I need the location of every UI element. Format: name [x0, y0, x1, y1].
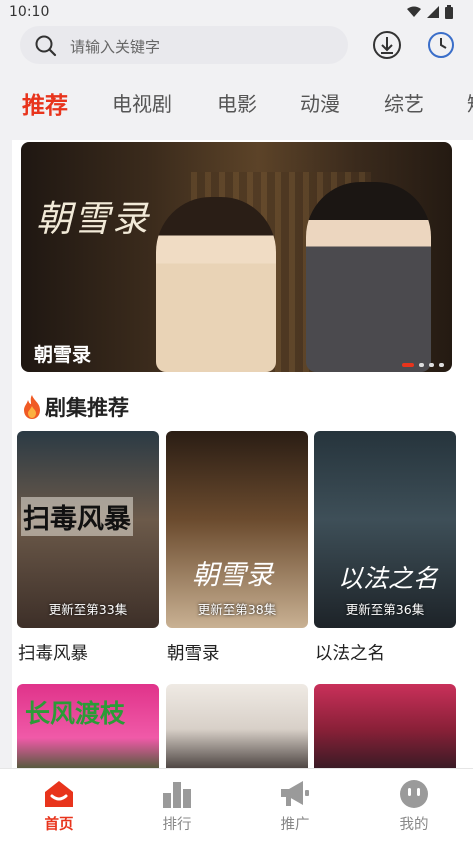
- status-bar: 10:10: [0, 0, 473, 24]
- profile-face-icon: [400, 780, 428, 808]
- poster-title-text: 以法之名: [338, 564, 439, 593]
- pagination-dot: [439, 363, 444, 367]
- drama-poster: 以法之名 更新至第36集: [314, 431, 456, 628]
- drama-poster: [166, 684, 308, 768]
- section-title: 剧集推荐: [45, 396, 129, 420]
- banner-title: 朝雪录: [34, 344, 92, 366]
- poster-title-text: 朝雪录: [192, 560, 273, 591]
- drama-card[interactable]: 扫毒风暴 更新至第33集 扫毒风暴: [17, 431, 159, 665]
- megaphone-icon: [281, 781, 309, 806]
- drama-card[interactable]: 以法之名 更新至第36集 以法之名: [314, 431, 456, 665]
- nav-home-label: 首页: [44, 817, 74, 833]
- nav-profile[interactable]: 我的: [384, 779, 444, 834]
- drama-poster: 扫毒风暴 更新至第33集: [17, 431, 159, 628]
- signal-icon: [427, 6, 439, 18]
- drama-title: 朝雪录: [167, 644, 220, 664]
- ranking-icon: [163, 782, 191, 808]
- drama-card[interactable]: 长风渡枝: [17, 684, 159, 768]
- drama-poster: [314, 684, 456, 768]
- drama-card[interactable]: [166, 684, 308, 768]
- banner-calligraphy-title: 朝雪录: [36, 199, 151, 240]
- category-tabs: 推荐 电视剧 电影 动漫 综艺 短: [0, 84, 473, 120]
- nav-home[interactable]: 首页: [29, 779, 89, 834]
- tab-tv-series[interactable]: 电视剧: [112, 88, 172, 117]
- bottom-navigation: 首页 排行 推广 我的: [0, 768, 473, 841]
- banner-figure-right: [306, 182, 431, 372]
- banner-pagination: [402, 363, 444, 367]
- home-icon: [45, 781, 73, 807]
- pagination-dot-active: [402, 363, 414, 367]
- status-icons: [407, 5, 453, 19]
- tab-recommend[interactable]: 推荐: [22, 86, 68, 120]
- fire-icon: [24, 395, 40, 419]
- search-icon: [35, 35, 57, 57]
- nav-profile-label: 我的: [399, 817, 429, 833]
- wifi-icon: [407, 6, 421, 17]
- battery-icon: [445, 5, 453, 19]
- drama-title: 扫毒风暴: [18, 644, 88, 664]
- tab-anime[interactable]: 动漫: [300, 88, 340, 117]
- main-content: 朝雪录 朝雪录 剧集推荐 扫毒风暴 更新至第33集 扫毒风暴 朝雪录 更新至第3…: [12, 140, 473, 768]
- drama-poster: 朝雪录 更新至第38集: [166, 431, 308, 628]
- nav-ranking-label: 排行: [162, 817, 192, 833]
- drama-title: 以法之名: [315, 644, 385, 664]
- featured-banner[interactable]: 朝雪录 朝雪录: [21, 142, 452, 372]
- history-clock-icon[interactable]: [426, 30, 456, 60]
- search-input[interactable]: 请输入关键字: [70, 36, 160, 57]
- nav-promote-label: 推广: [280, 817, 310, 833]
- download-icon[interactable]: [372, 30, 402, 60]
- section-header: 剧集推荐: [22, 392, 129, 422]
- tab-variety[interactable]: 综艺: [384, 88, 424, 117]
- episode-update-label: 更新至第36集: [345, 602, 425, 617]
- drama-card[interactable]: [314, 684, 456, 768]
- tab-short[interactable]: 短: [467, 88, 473, 117]
- status-time: 10:10: [9, 4, 50, 20]
- nav-ranking[interactable]: 排行: [147, 779, 207, 834]
- pagination-dot: [429, 363, 434, 367]
- tab-movies[interactable]: 电影: [217, 88, 257, 117]
- poster-title-text: 扫毒风暴: [21, 497, 133, 536]
- drama-card[interactable]: 朝雪录 更新至第38集 朝雪录: [166, 431, 308, 665]
- episode-update-label: 更新至第33集: [48, 602, 128, 617]
- nav-promote[interactable]: 推广: [265, 779, 325, 834]
- drama-poster: 长风渡枝: [17, 684, 159, 768]
- search-bar[interactable]: 请输入关键字: [20, 26, 348, 64]
- poster-title-text: 长风渡枝: [25, 699, 126, 728]
- pagination-dot: [419, 363, 424, 367]
- banner-figure-left: [156, 197, 276, 372]
- episode-update-label: 更新至第38集: [197, 602, 277, 617]
